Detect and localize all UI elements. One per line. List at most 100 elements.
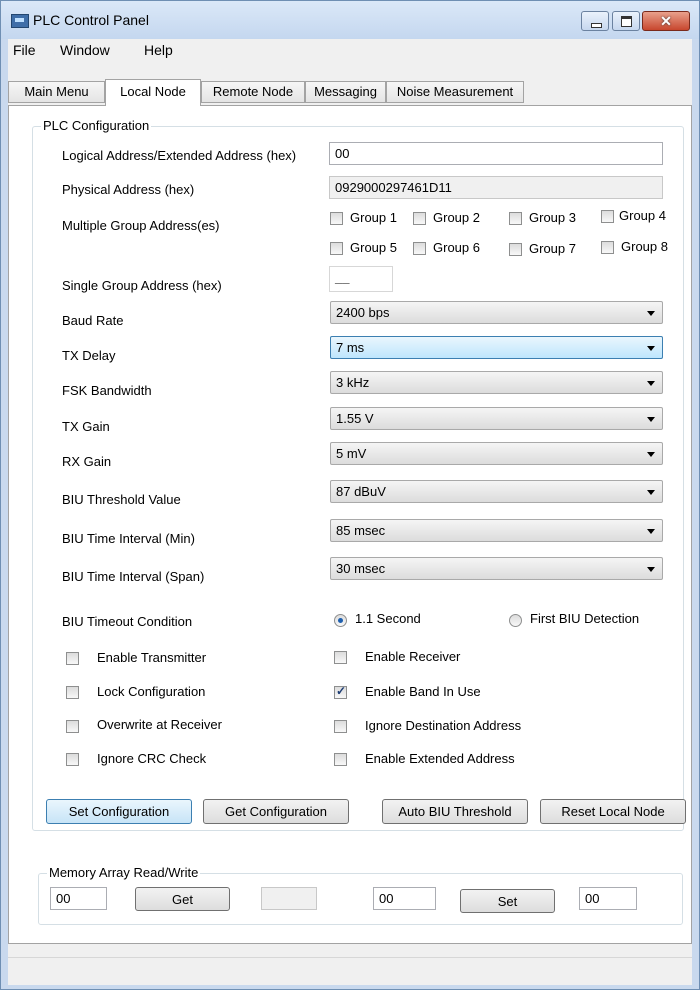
single-group-input[interactable]: __ xyxy=(329,266,393,292)
tx-delay-select[interactable]: 7 ms xyxy=(330,336,663,359)
reset-local-node-button[interactable]: Reset Local Node xyxy=(540,799,686,824)
tx-gain-select[interactable]: 1.55 V xyxy=(330,407,663,430)
title-bar[interactable]: PLC Control Panel ✕ xyxy=(1,1,699,39)
group-1-label: Group 1 xyxy=(350,210,397,225)
menu-help[interactable]: Help xyxy=(144,42,173,58)
chevron-down-icon xyxy=(647,417,655,422)
lock-configuration-checkbox[interactable] xyxy=(66,686,79,699)
group-5-label: Group 5 xyxy=(350,240,397,255)
tx-gain-label: TX Gain xyxy=(62,419,110,434)
window-title: PLC Control Panel xyxy=(33,12,149,28)
group-4-checkbox[interactable] xyxy=(601,210,614,223)
chevron-down-icon xyxy=(647,567,655,572)
tab-main-menu[interactable]: Main Menu xyxy=(8,81,105,103)
enable-transmitter-checkbox[interactable] xyxy=(66,652,79,665)
close-button[interactable]: ✕ xyxy=(642,11,690,31)
group-8-label: Group 8 xyxy=(621,239,668,254)
chevron-down-icon xyxy=(647,311,655,316)
plc-configuration-title: PLC Configuration xyxy=(41,118,152,133)
menu-window[interactable]: Window xyxy=(60,42,110,58)
group-6-checkbox[interactable] xyxy=(413,242,426,255)
group-5-checkbox[interactable] xyxy=(330,242,343,255)
rx-gain-select[interactable]: 5 mV xyxy=(330,442,663,465)
chevron-down-icon xyxy=(647,490,655,495)
enable-band-in-use-checkbox[interactable] xyxy=(334,684,347,699)
enable-receiver-checkbox[interactable] xyxy=(334,651,347,664)
tx-delay-label: TX Delay xyxy=(62,348,116,363)
overwrite-at-receiver-checkbox[interactable] xyxy=(66,720,79,733)
timeout-first-biu-radio[interactable] xyxy=(509,614,522,627)
single-group-label: Single Group Address (hex) xyxy=(62,278,222,293)
group-8-checkbox[interactable] xyxy=(601,241,614,254)
rx-gain-value: 5 mV xyxy=(336,446,367,461)
biu-interval-span-value: 30 msec xyxy=(336,561,386,576)
biu-interval-min-label: BIU Time Interval (Min) xyxy=(62,531,195,546)
fsk-bandwidth-label: FSK Bandwidth xyxy=(62,383,152,398)
memory-write-value-input[interactable]: 00 xyxy=(579,887,637,910)
minimize-button[interactable] xyxy=(581,11,609,31)
minimize-icon xyxy=(591,23,602,28)
tab-remote-node[interactable]: Remote Node xyxy=(201,81,305,103)
baud-rate-value: 2400 bps xyxy=(336,305,390,320)
biu-interval-min-select[interactable]: 85 msec xyxy=(330,519,663,542)
group-2-label: Group 2 xyxy=(433,210,480,225)
close-icon: ✕ xyxy=(660,13,672,29)
set-configuration-button[interactable]: Set Configuration xyxy=(46,799,192,824)
biu-timeout-label: BIU Timeout Condition xyxy=(62,614,193,629)
status-bar xyxy=(8,957,692,985)
baud-rate-label: Baud Rate xyxy=(62,313,124,328)
rx-gain-label: RX Gain xyxy=(62,454,112,469)
ignore-destination-label: Ignore Destination Address xyxy=(365,718,522,733)
group-7-checkbox[interactable] xyxy=(509,243,522,256)
menu-file[interactable]: File xyxy=(13,42,36,58)
group-7-label: Group 7 xyxy=(529,241,576,256)
get-configuration-button[interactable]: Get Configuration xyxy=(203,799,349,824)
memory-read-address-input[interactable]: 00 xyxy=(50,887,107,910)
maximize-button[interactable] xyxy=(612,11,640,31)
biu-threshold-select[interactable]: 87 dBuV xyxy=(330,480,663,503)
tab-local-node[interactable]: Local Node xyxy=(105,79,201,106)
ignore-destination-checkbox[interactable] xyxy=(334,720,347,733)
menu-bar: File Window Help xyxy=(8,39,692,61)
auto-biu-threshold-button[interactable]: Auto BIU Threshold xyxy=(382,799,528,824)
memory-array-title: Memory Array Read/Write xyxy=(47,865,201,880)
enable-band-in-use-label: Enable Band In Use xyxy=(365,684,481,699)
lock-configuration-label: Lock Configuration xyxy=(97,684,206,699)
tab-messaging[interactable]: Messaging xyxy=(305,81,386,103)
timeout-1-1-second-radio[interactable] xyxy=(334,614,347,627)
enable-extended-label: Enable Extended Address xyxy=(365,751,515,766)
multiple-group-label: Multiple Group Address(es) xyxy=(62,218,220,233)
memory-set-button[interactable]: Set xyxy=(460,889,555,913)
biu-interval-min-value: 85 msec xyxy=(336,523,386,538)
app-window: PLC Control Panel ✕ File Window Help Mai… xyxy=(0,0,700,990)
biu-interval-span-select[interactable]: 30 msec xyxy=(330,557,663,580)
logical-address-input[interactable]: 00 xyxy=(329,142,663,165)
group-2-checkbox[interactable] xyxy=(413,212,426,225)
enable-receiver-label: Enable Receiver xyxy=(365,649,461,664)
group-3-checkbox[interactable] xyxy=(509,212,522,225)
overwrite-at-receiver-label: Overwrite at Receiver xyxy=(97,717,222,732)
logical-address-label: Logical Address/Extended Address (hex) xyxy=(62,148,297,163)
tx-delay-value: 7 ms xyxy=(336,340,365,355)
client-area: File Window Help Main Menu Local Node Re… xyxy=(8,39,692,985)
local-node-panel: PLC Configuration Logical Address/Extend… xyxy=(8,105,692,944)
group-1-checkbox[interactable] xyxy=(330,212,343,225)
memory-write-address-input[interactable]: 00 xyxy=(373,887,436,910)
enable-extended-checkbox[interactable] xyxy=(334,753,347,766)
ignore-crc-label: Ignore CRC Check xyxy=(97,751,207,766)
group-4-label: Group 4 xyxy=(619,208,666,223)
tab-noise-measurement[interactable]: Noise Measurement xyxy=(386,81,524,103)
fsk-bandwidth-select[interactable]: 3 kHz xyxy=(330,371,663,394)
physical-address-label: Physical Address (hex) xyxy=(62,182,195,197)
memory-read-result-field xyxy=(261,887,317,910)
fsk-bandwidth-value: 3 kHz xyxy=(336,375,370,390)
chevron-down-icon xyxy=(647,346,655,351)
chevron-down-icon xyxy=(647,529,655,534)
group-6-label: Group 6 xyxy=(433,240,480,255)
chevron-down-icon xyxy=(647,381,655,386)
tx-gain-value: 1.55 V xyxy=(336,411,374,426)
baud-rate-select[interactable]: 2400 bps xyxy=(330,301,663,324)
ignore-crc-checkbox[interactable] xyxy=(66,753,79,766)
memory-get-button[interactable]: Get xyxy=(135,887,230,911)
timeout-first-biu-label: First BIU Detection xyxy=(530,611,640,626)
